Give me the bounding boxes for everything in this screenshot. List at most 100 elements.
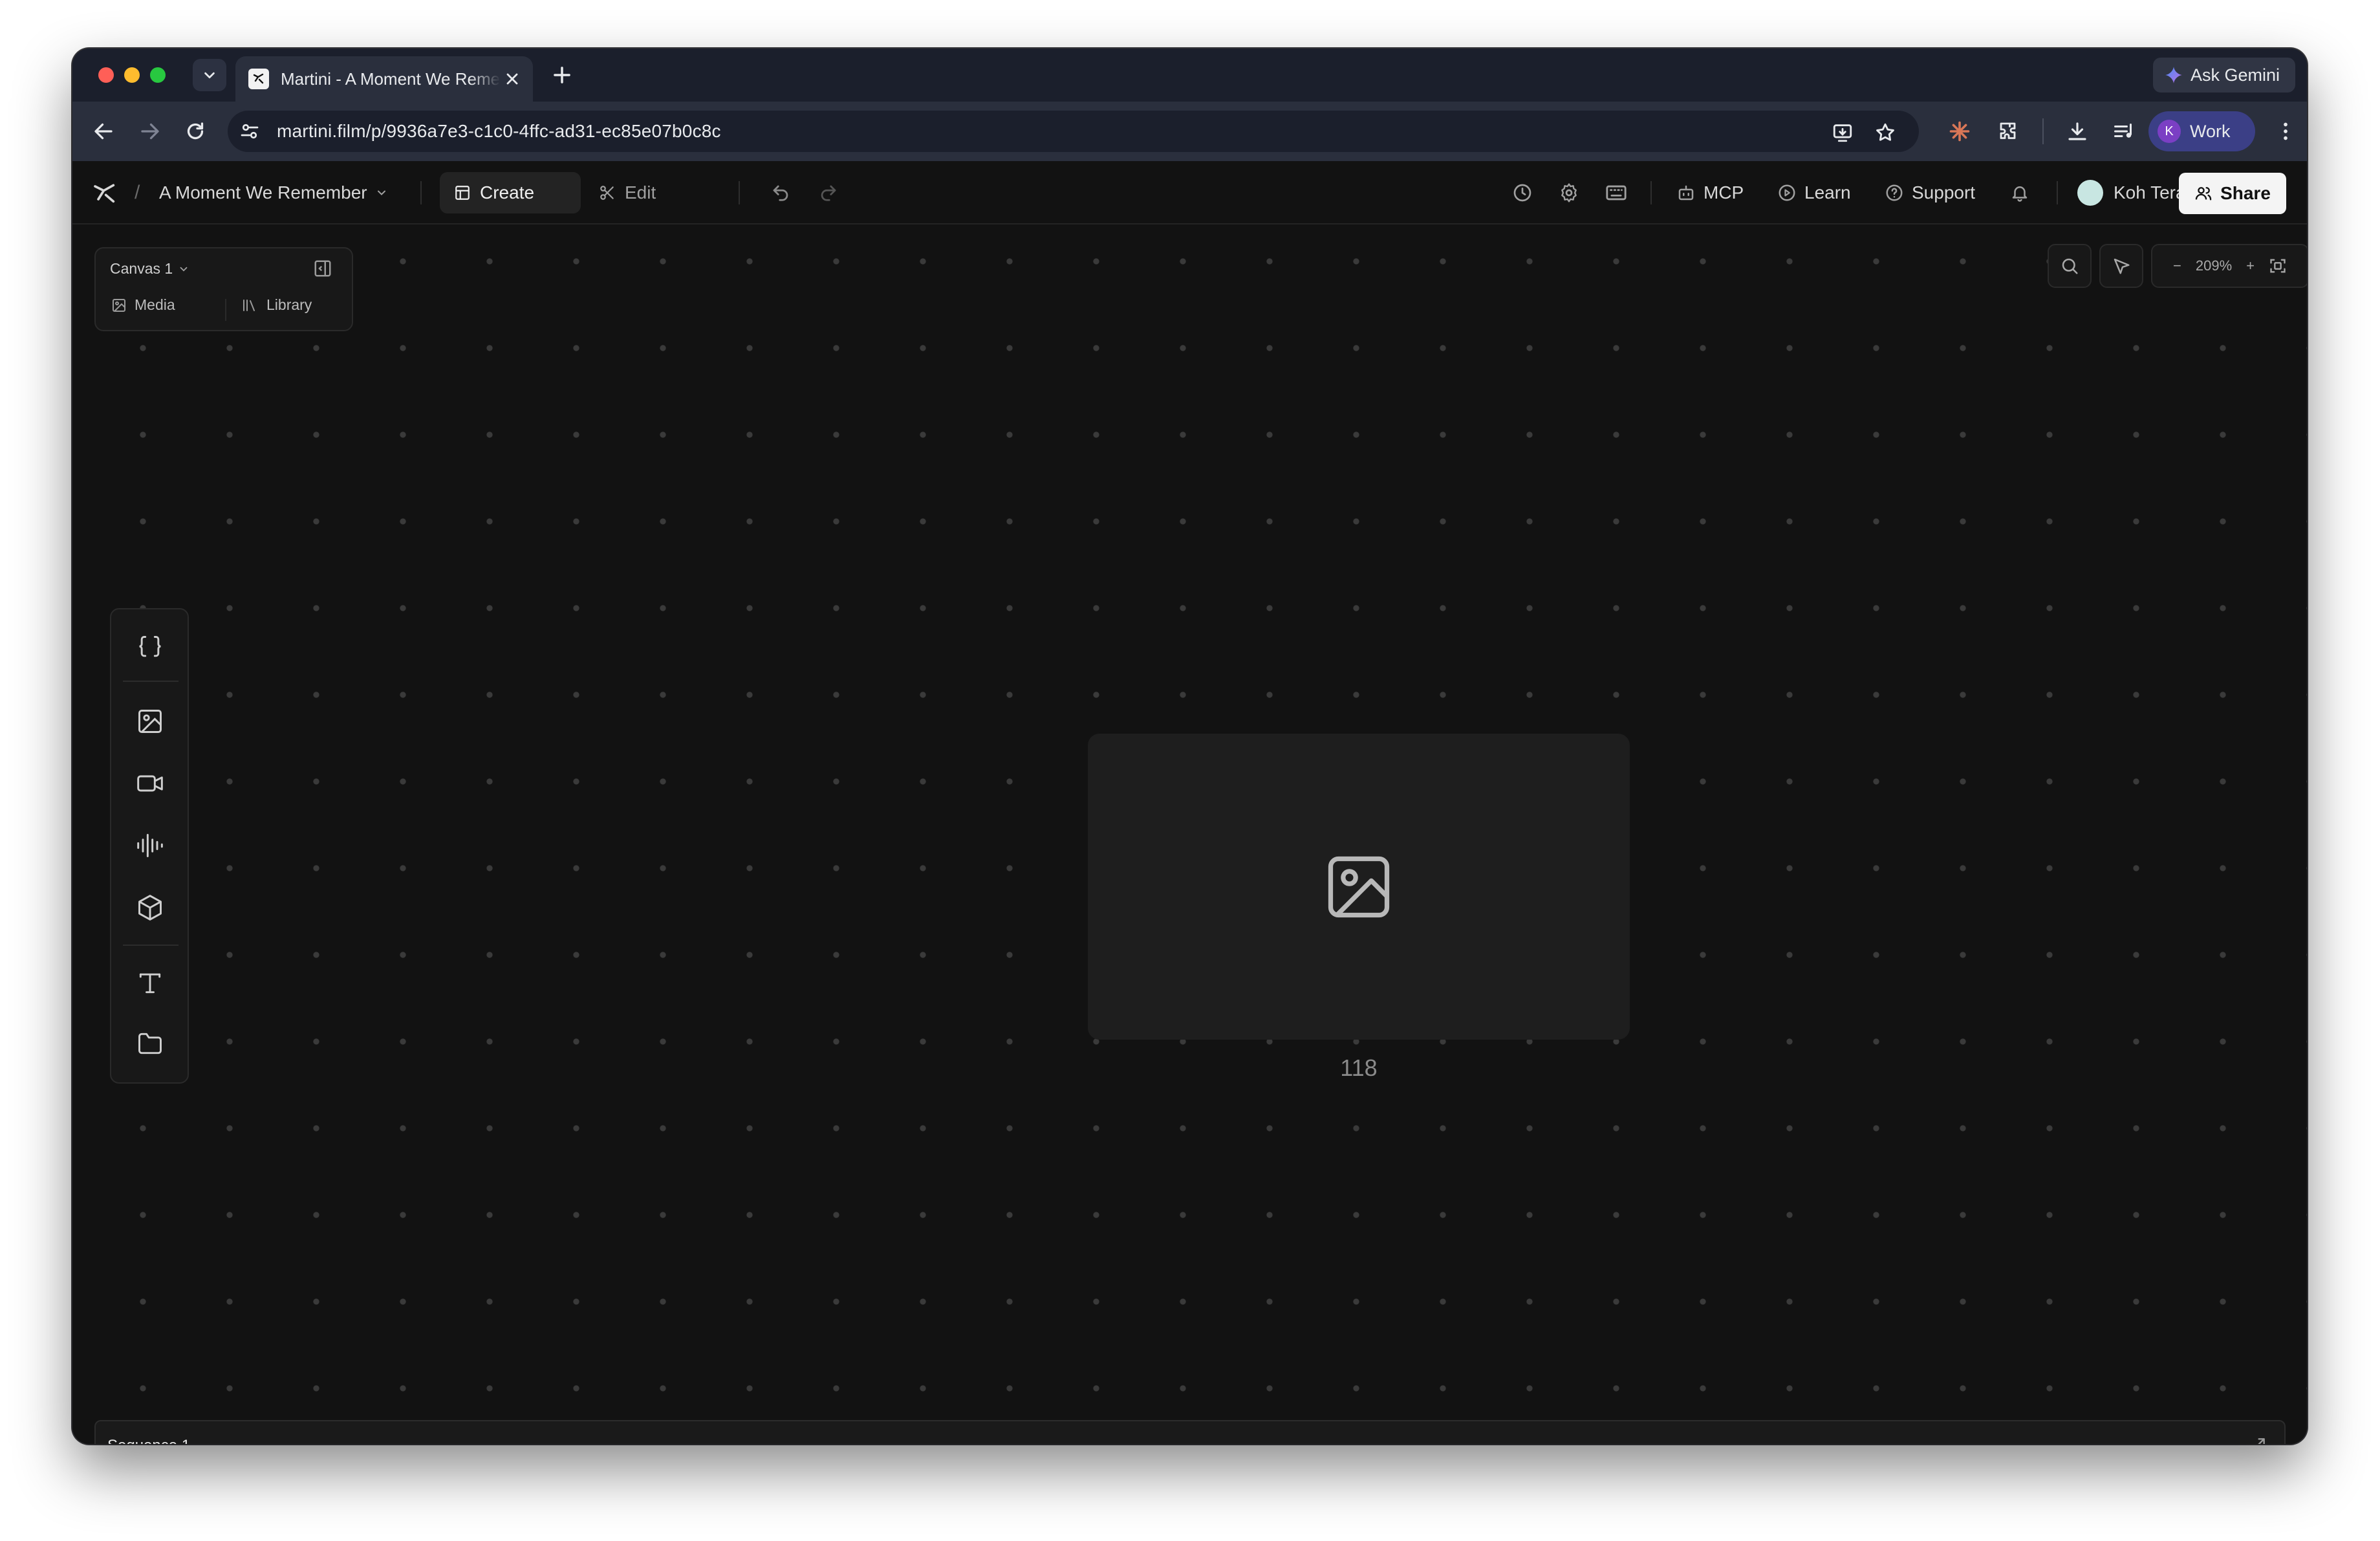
audio-wave-icon[interactable] [134, 829, 166, 862]
share-button[interactable]: Share [2179, 173, 2286, 214]
user-avatar [2077, 180, 2103, 206]
chevron-down-icon [204, 72, 215, 79]
address-bar[interactable]: martini.film/p/9936a7e3-c1c0-4ffc-ad31-e… [228, 111, 1919, 152]
tab-search-button[interactable] [193, 59, 226, 91]
chevron-down-icon [180, 267, 188, 272]
profile-avatar: K [2158, 120, 2181, 143]
support-button[interactable]: Support [1885, 161, 1975, 224]
image-icon[interactable] [134, 705, 166, 738]
play-circle-icon [1779, 184, 1795, 201]
layout-grid-icon [455, 186, 470, 200]
tool-rail [110, 608, 189, 1084]
scissors-icon [600, 186, 614, 200]
search-icon [2062, 258, 2078, 274]
zoom-out-button[interactable]: − [2173, 257, 2181, 274]
edit-mode-tab[interactable]: Edit [587, 172, 656, 213]
code-braces-icon[interactable] [134, 631, 166, 664]
cube-icon[interactable] [134, 891, 166, 924]
close-window-button[interactable] [98, 67, 114, 83]
help-circle-icon [1886, 184, 1903, 201]
project-name-dropdown[interactable]: A Moment We Remember [159, 161, 388, 224]
undo-icon[interactable] [771, 161, 790, 224]
new-tab-icon[interactable] [550, 63, 574, 87]
app-header: / A Moment We Remember Create Edit MCP L… [72, 161, 2307, 224]
header-divider [2057, 181, 2058, 204]
sequence-bar[interactable]: Sequence 1 [94, 1420, 2286, 1444]
canvas-name: Canvas 1 [110, 260, 173, 277]
maximize-window-button[interactable] [150, 67, 166, 83]
rail-divider [123, 945, 178, 946]
sequence-label: Sequence 1 [107, 1437, 190, 1444]
users-icon [2195, 187, 2212, 201]
video-icon[interactable] [134, 767, 166, 800]
media-node-card[interactable] [1088, 734, 1630, 1040]
media-tab[interactable]: Media [111, 296, 175, 314]
header-divider [1650, 181, 1652, 204]
canvas-panel: Canvas 1 Media Library [94, 247, 353, 331]
rail-divider [123, 681, 178, 682]
text-icon[interactable] [134, 967, 166, 999]
breadcrumb-separator: / [135, 182, 140, 203]
ask-gemini-label: Ask Gemini [2190, 65, 2280, 85]
minimize-window-button[interactable] [124, 67, 140, 83]
browser-profile-chip[interactable]: K Work [2148, 111, 2255, 151]
image-icon [113, 298, 125, 312]
toolbar-divider [2042, 118, 2044, 144]
notifications-bell-icon[interactable] [2010, 161, 2029, 224]
history-clock-icon[interactable] [1512, 161, 1533, 224]
keyboard-shortcuts-icon[interactable] [1605, 161, 1627, 224]
folder-icon[interactable] [134, 1027, 166, 1060]
downloads-icon[interactable] [2066, 120, 2089, 143]
site-info-icon[interactable] [238, 120, 261, 143]
ask-gemini-button[interactable]: Ask Gemini [2152, 58, 2295, 93]
project-name: A Moment We Remember [159, 182, 367, 202]
zoom-in-button[interactable]: + [2246, 257, 2255, 274]
edit-mode-label: Edit [625, 182, 656, 202]
support-label: Support [1912, 182, 1976, 202]
browser-tab-active[interactable]: Martini - A Moment We Remember [235, 56, 533, 102]
library-tab[interactable]: Library [242, 296, 312, 314]
forward-arrow-icon[interactable] [138, 120, 162, 143]
profile-name: Work [2190, 121, 2231, 141]
library-tab-label: Library [266, 296, 312, 313]
zoom-controls: − 209% + [2151, 244, 2307, 288]
settings-gear-icon[interactable] [1559, 161, 1579, 224]
zoom-level: 209% [2195, 257, 2233, 274]
bookmark-star-icon[interactable] [1874, 122, 1896, 144]
robot-icon [1678, 185, 1694, 201]
library-books-icon [243, 299, 255, 311]
learn-label: Learn [1804, 182, 1851, 202]
create-mode-tab[interactable]: Create [440, 172, 581, 213]
install-app-icon[interactable] [1832, 122, 1854, 144]
learn-button[interactable]: Learn [1777, 161, 1851, 224]
panel-collapse-icon[interactable] [313, 259, 332, 278]
canvas-selector[interactable]: Canvas 1 [110, 260, 189, 278]
header-divider [739, 181, 740, 204]
browser-toolbar: martini.film/p/9936a7e3-c1c0-4ffc-ad31-e… [72, 102, 2307, 161]
reload-icon[interactable] [184, 120, 207, 143]
create-mode-label: Create [480, 182, 535, 202]
select-tool-button[interactable] [2099, 244, 2143, 288]
browser-menu-kebab-icon[interactable] [2274, 120, 2297, 143]
mcp-label: MCP [1704, 182, 1744, 202]
tab-strip: Martini - A Moment We Remember Ask Gemin… [72, 49, 2307, 102]
canvas-area[interactable]: Canvas 1 Media Library − 209% + 118 [72, 224, 2307, 1444]
media-controls-icon[interactable] [2112, 120, 2136, 143]
claude-extension-icon[interactable] [1948, 120, 1971, 143]
panel-divider [225, 299, 226, 321]
header-divider [420, 181, 422, 204]
close-tab-icon[interactable] [503, 70, 521, 88]
gemini-sparkle-icon [2165, 67, 2182, 83]
expand-icon[interactable] [2247, 1436, 2267, 1444]
fit-to-screen-icon[interactable] [2269, 257, 2287, 275]
martini-logo-icon[interactable] [92, 161, 118, 224]
canvas-search-button[interactable] [2048, 244, 2092, 288]
martini-favicon-icon [248, 69, 269, 89]
extensions-puzzle-icon[interactable] [1997, 120, 2020, 143]
back-arrow-icon[interactable] [92, 120, 115, 143]
chevron-down-icon [377, 190, 385, 195]
media-tab-label: Media [135, 296, 175, 313]
redo-icon[interactable] [819, 161, 838, 224]
image-placeholder-icon [1328, 856, 1390, 917]
mcp-button[interactable]: MCP [1676, 161, 1744, 224]
